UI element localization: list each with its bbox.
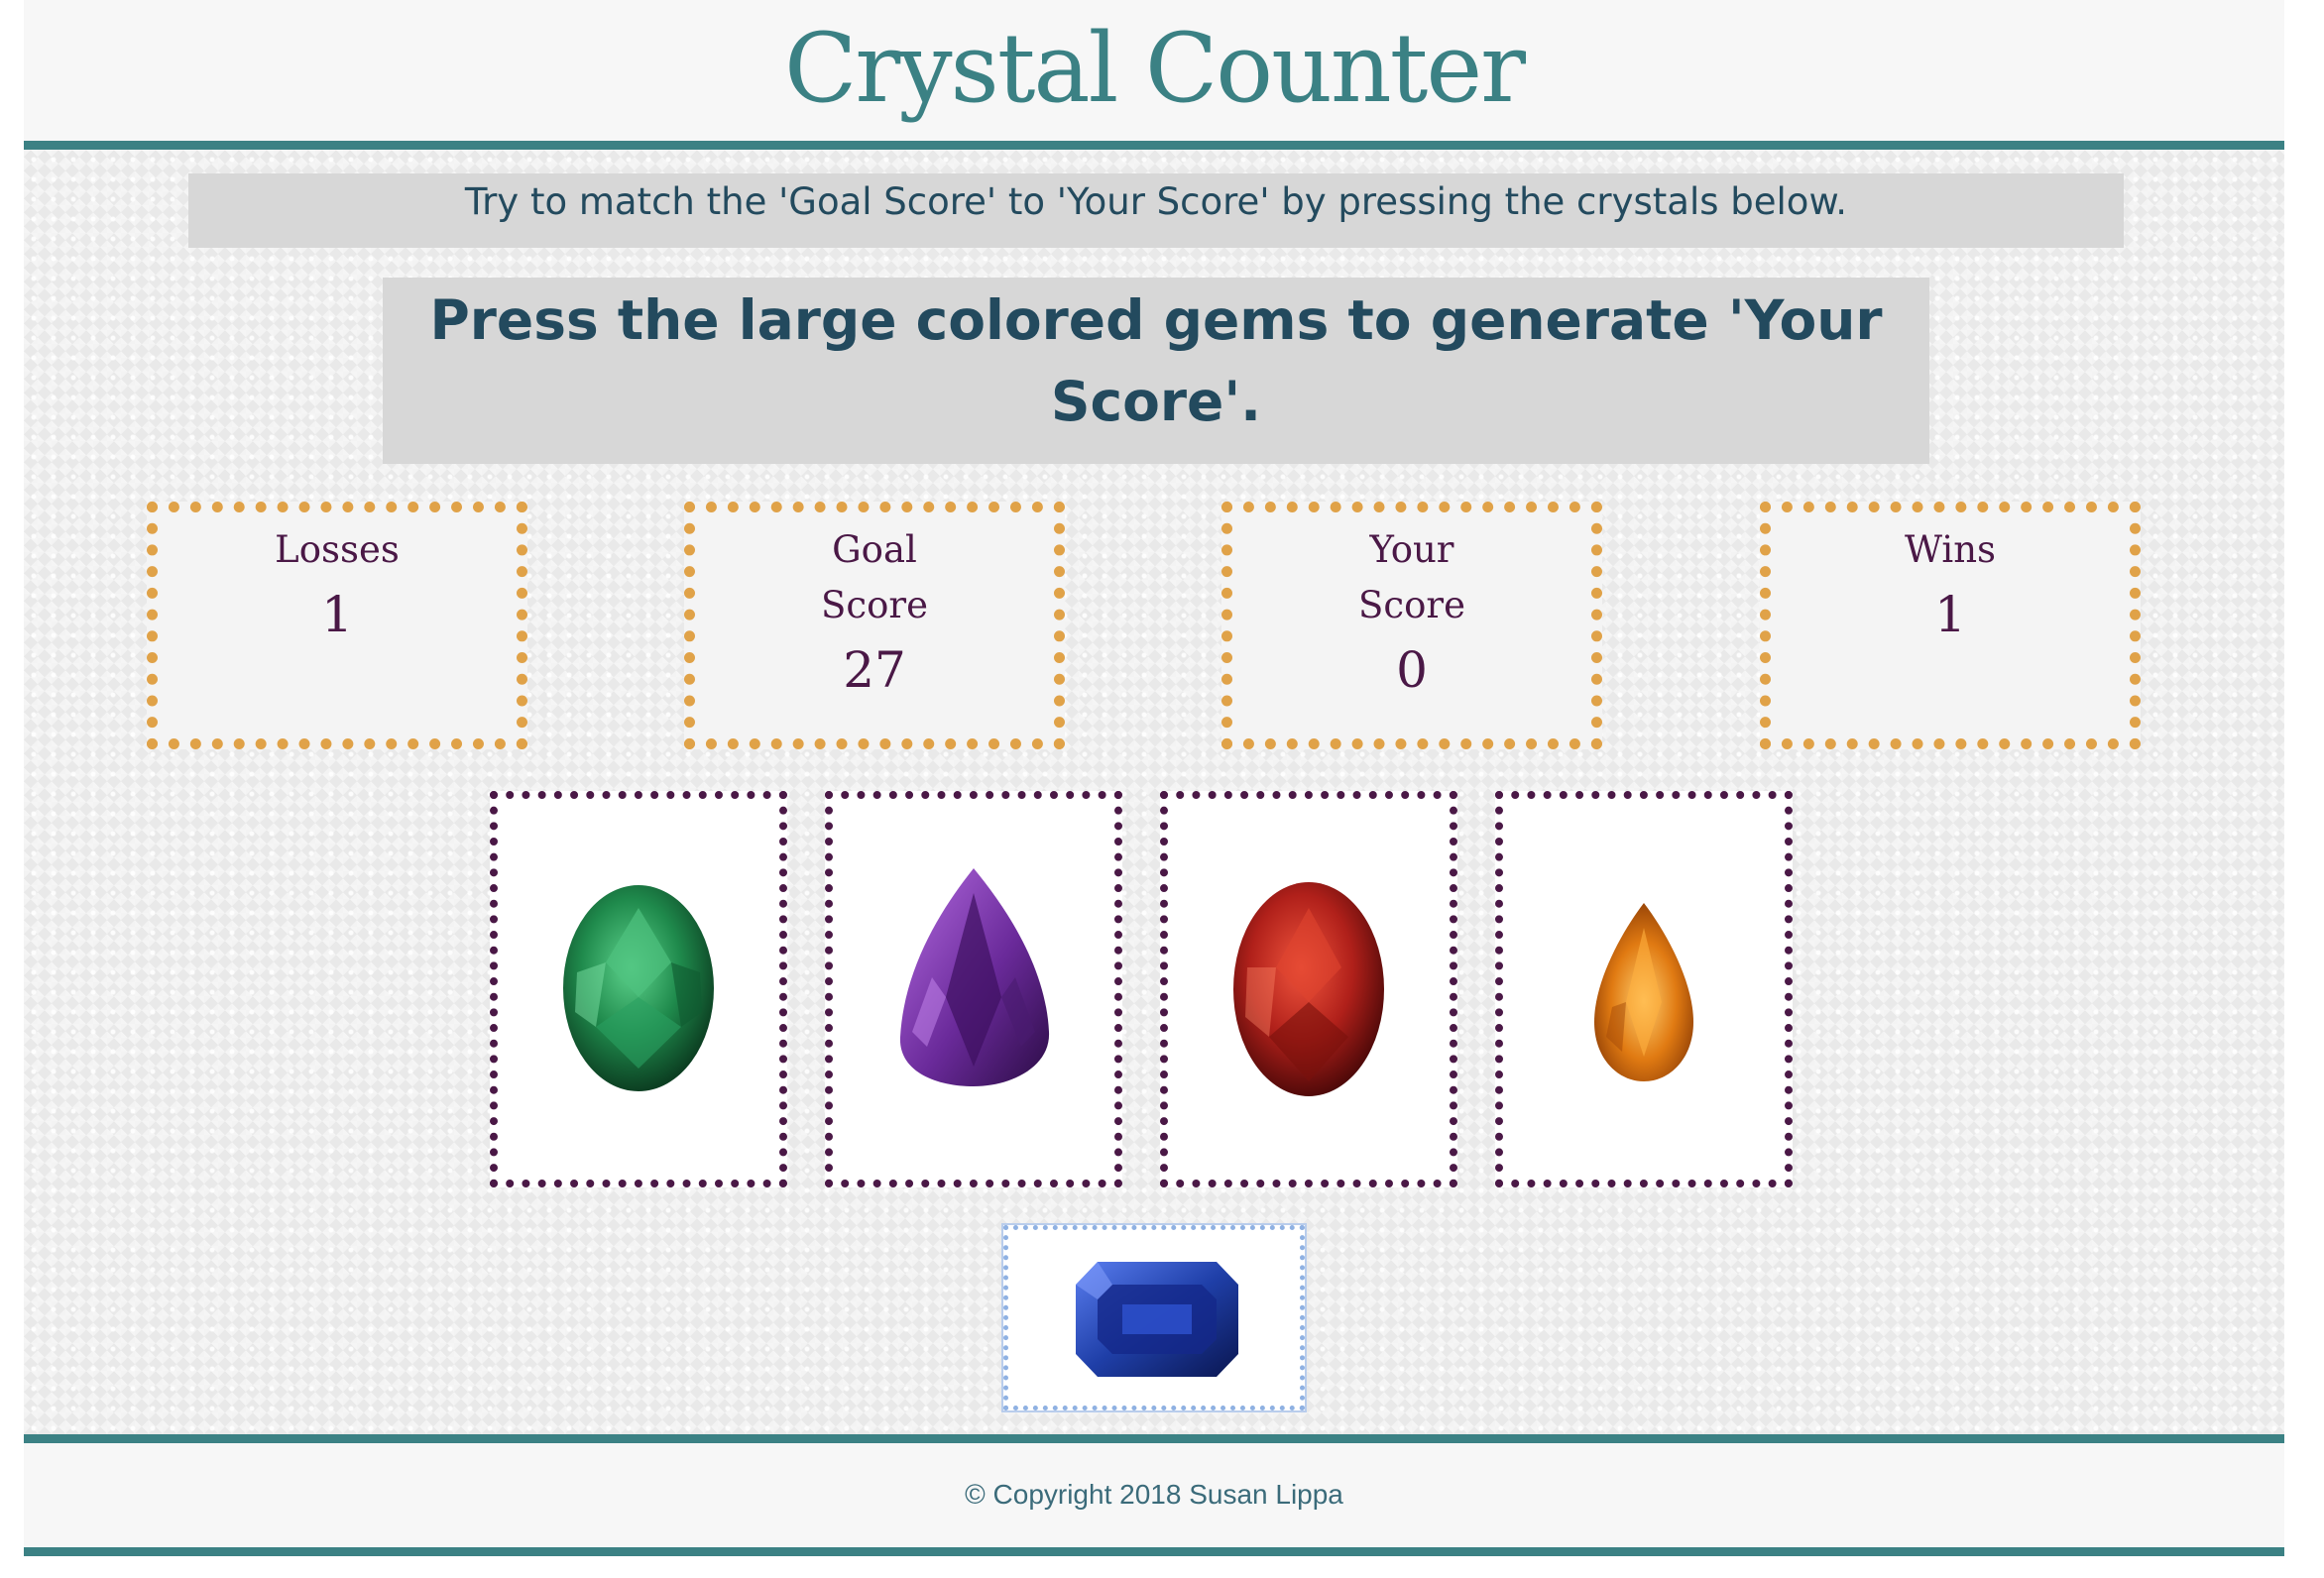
your-score-value: 0	[1396, 641, 1428, 699]
page: Crystal Counter Try to match the 'Goal S…	[24, 0, 2284, 1556]
instructions-banner: Try to match the 'Goal Score' to 'Your S…	[188, 173, 2124, 248]
footer: © Copyright 2018 Susan Lippa	[24, 1434, 2284, 1556]
game-area: Try to match the 'Goal Score' to 'Your S…	[24, 150, 2284, 1434]
goal-score-box: Goal Score 27	[684, 502, 1065, 749]
losses-label: Losses	[275, 528, 400, 571]
red-gem-button[interactable]	[1160, 791, 1457, 1187]
wins-box: Wins 1	[1760, 502, 2141, 749]
wins-value: 1	[1934, 586, 1966, 643]
header: Crystal Counter	[24, 0, 2284, 150]
wins-label: Wins	[1904, 528, 1997, 571]
prompt-banner: Press the large colored gems to generate…	[383, 278, 1929, 464]
green-gem-button[interactable]	[490, 791, 787, 1187]
your-score-label: Your Score	[1358, 528, 1465, 626]
goal-score-label: Goal Score	[821, 528, 928, 626]
goal-score-value: 27	[843, 641, 906, 699]
losses-box: Losses 1	[147, 502, 527, 749]
page-title: Crystal Counter	[783, 13, 1526, 124]
orange-gem-button[interactable]	[1495, 791, 1793, 1187]
losses-value: 1	[321, 586, 353, 643]
copyright-text: © Copyright 2018 Susan Lippa	[965, 1479, 1343, 1510]
green-gem-icon	[563, 885, 714, 1091]
blue-gem-button[interactable]	[1001, 1223, 1307, 1412]
your-score-box: Your Score 0	[1221, 502, 1602, 749]
orange-gem-icon	[1594, 903, 1693, 1081]
purple-gem-button[interactable]	[825, 791, 1122, 1187]
purple-gem-icon	[899, 868, 1050, 1086]
blue-gem-icon	[1076, 1262, 1238, 1377]
red-gem-icon	[1233, 882, 1384, 1096]
